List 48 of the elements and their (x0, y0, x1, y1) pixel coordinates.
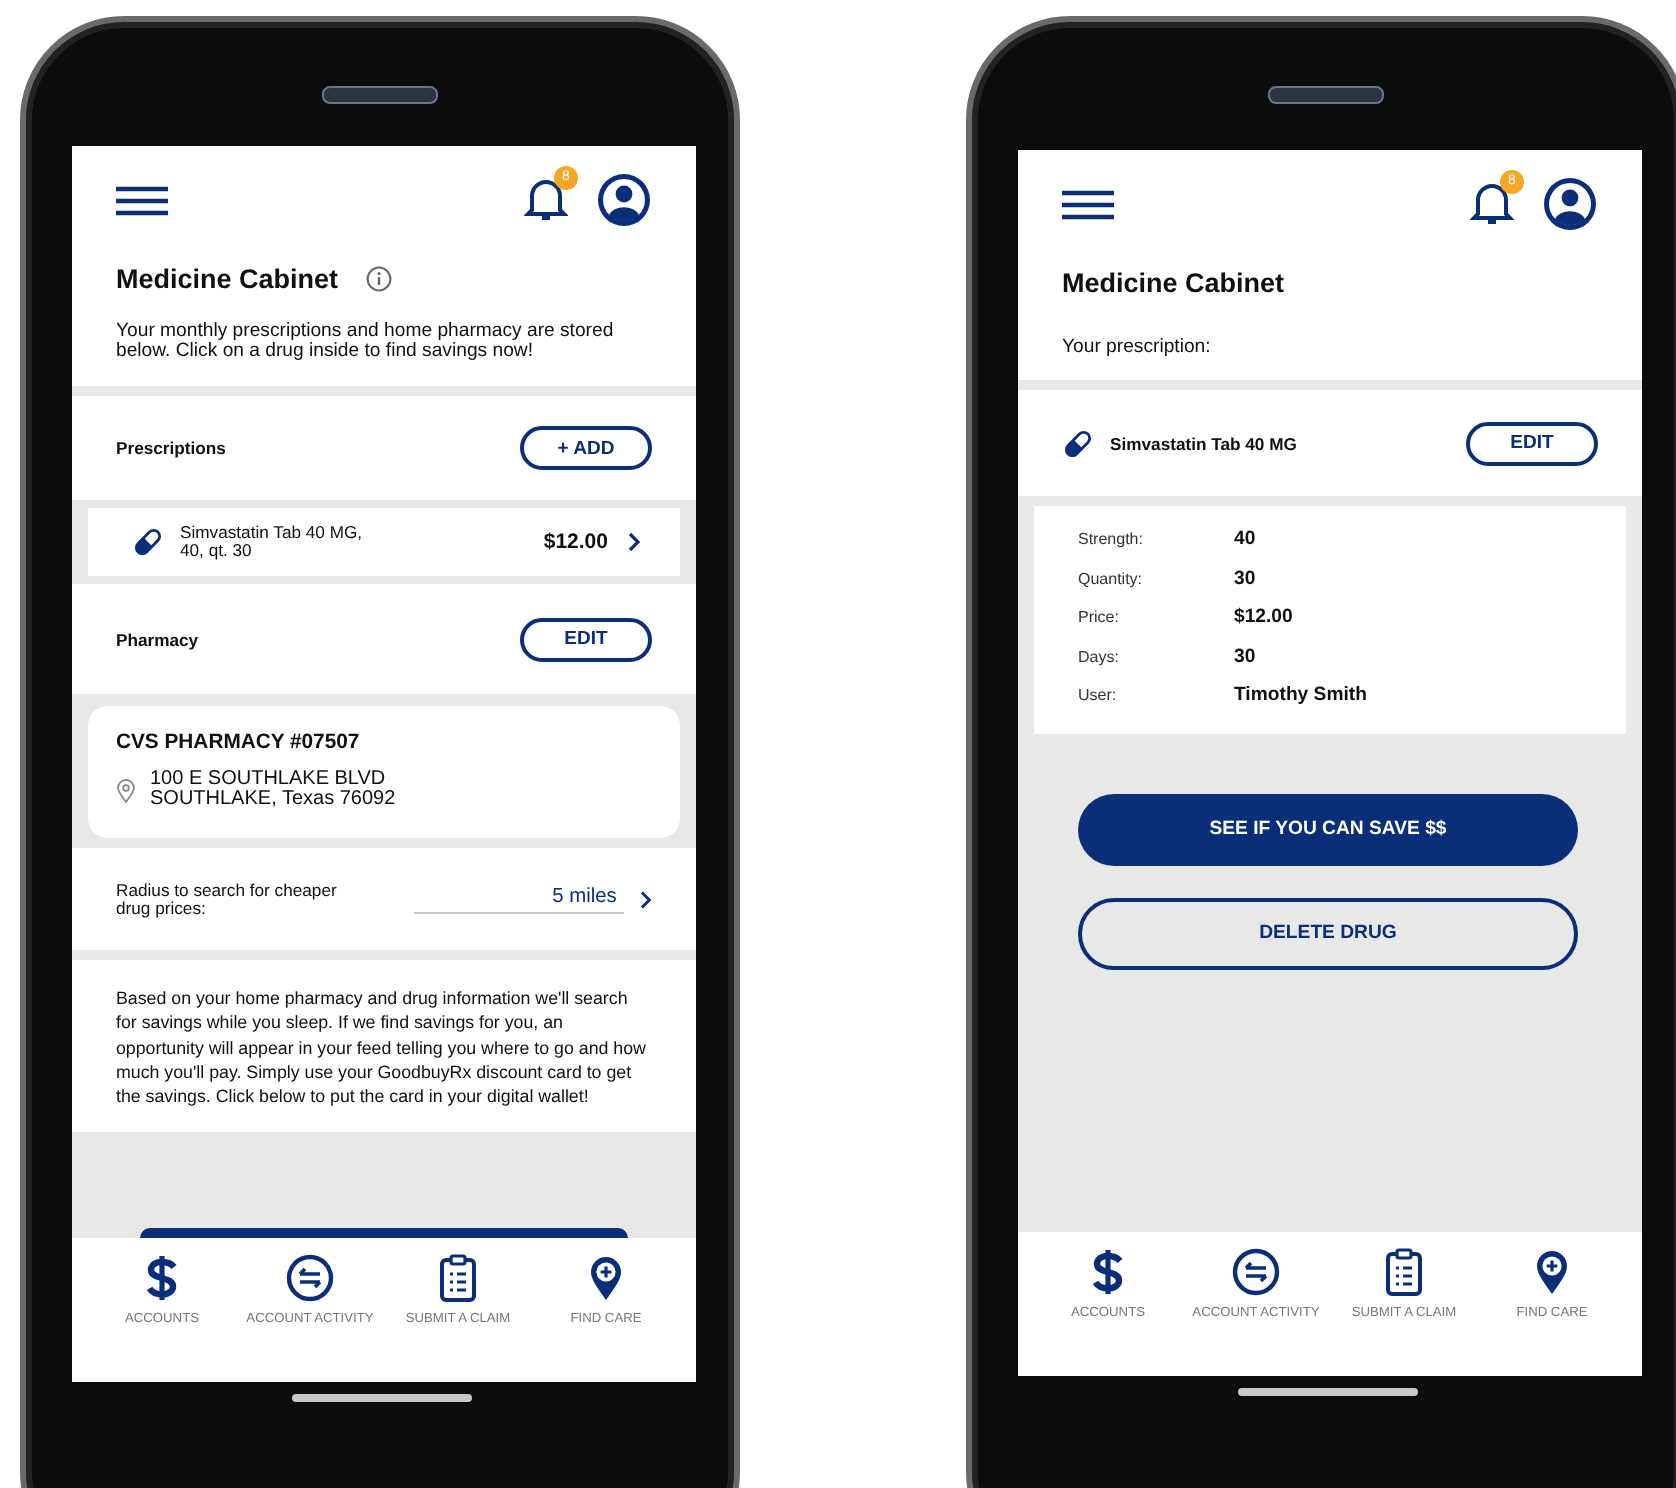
radius-label: Radius to search for cheaper drug prices: (116, 881, 339, 917)
detail-value: 40 (1234, 528, 1258, 551)
section-heading: Prescriptions (116, 438, 226, 458)
chevron-icon[interactable] (640, 889, 652, 909)
dollar-icon[interactable] (1090, 1248, 1126, 1296)
intro-text: Your monthly prescriptions and home pharmacy are stored below. Click on a drug inside to find savings now! (114, 322, 616, 366)
exchange-icon[interactable] (1232, 1248, 1280, 1296)
prescription-card[interactable]: Simvastatin Tab 40 MG, 40, qt. 30 $12.00 (88, 508, 680, 576)
menu-icon[interactable] (1062, 189, 1114, 219)
drug-name: Simvastatin Tab 40 MG, 40, qt. 30 (180, 524, 365, 560)
location-pin-icon (116, 777, 136, 803)
exchange-icon[interactable] (286, 1254, 334, 1302)
detail-value: Timothy Smith (1234, 684, 1369, 707)
detail-value: $12.00 (1234, 606, 1295, 629)
pharmacy-address: 100 E SOUTHLAKE BLVD SOUTHLAKE, Texas 76092 (150, 770, 396, 810)
edit-button[interactable]: EDIT (520, 617, 652, 661)
detail-value: 30 (1234, 567, 1258, 590)
add-button[interactable]: + ADD (520, 426, 652, 470)
location-plus-icon[interactable] (1534, 1248, 1570, 1296)
speaker-grille (1268, 86, 1384, 104)
edit-button[interactable]: EDIT (1466, 421, 1598, 465)
detail-label: Strength: (1078, 530, 1145, 549)
radius-field[interactable]: 5 miles (413, 885, 625, 913)
detail-label: Days: (1078, 647, 1121, 666)
detail-label: User: (1078, 686, 1119, 705)
menu-icon[interactable] (116, 185, 168, 215)
clipboard-icon[interactable] (1384, 1248, 1424, 1296)
delete-button[interactable]: DELETE DRUG (1078, 897, 1578, 969)
info-icon[interactable] (366, 266, 393, 292)
drug-name: Simvastatin Tab 40 MG (1110, 433, 1297, 453)
pharmacy-name: CVS PHARMACY #07507 (116, 732, 362, 754)
save-button[interactable]: SEE IF YOU CAN SAVE $$ (1078, 793, 1578, 865)
detail-value: 30 (1234, 645, 1258, 668)
page-title: Medicine Cabinet (116, 264, 339, 294)
section-heading: Pharmacy (116, 629, 199, 649)
subtitle-text: Your prescription: (1060, 336, 1213, 362)
clipboard-icon[interactable] (438, 1254, 478, 1302)
drug-price: $12.00 (543, 530, 608, 554)
chevron-icon (628, 532, 640, 552)
avatar-icon[interactable] (1542, 176, 1598, 232)
page-title: Medicine Cabinet (1062, 268, 1285, 298)
detail-label: Quantity: (1078, 569, 1145, 588)
dollar-icon[interactable] (144, 1254, 180, 1302)
savings-info-text: Based on your home pharmacy and drug information we'll search for savings while you sleep. If we find savings for you, an opportunity will appear in your feed telling you where to go and how much you'll pay. Simply use your GoodbuyRx discount card to get the savings. Click below to put the card in your digital wallet! (114, 986, 648, 1111)
avatar-icon[interactable] (596, 172, 652, 228)
detail-label: Price: (1078, 608, 1121, 627)
speaker-grille (322, 86, 438, 104)
location-plus-icon[interactable] (588, 1254, 624, 1302)
